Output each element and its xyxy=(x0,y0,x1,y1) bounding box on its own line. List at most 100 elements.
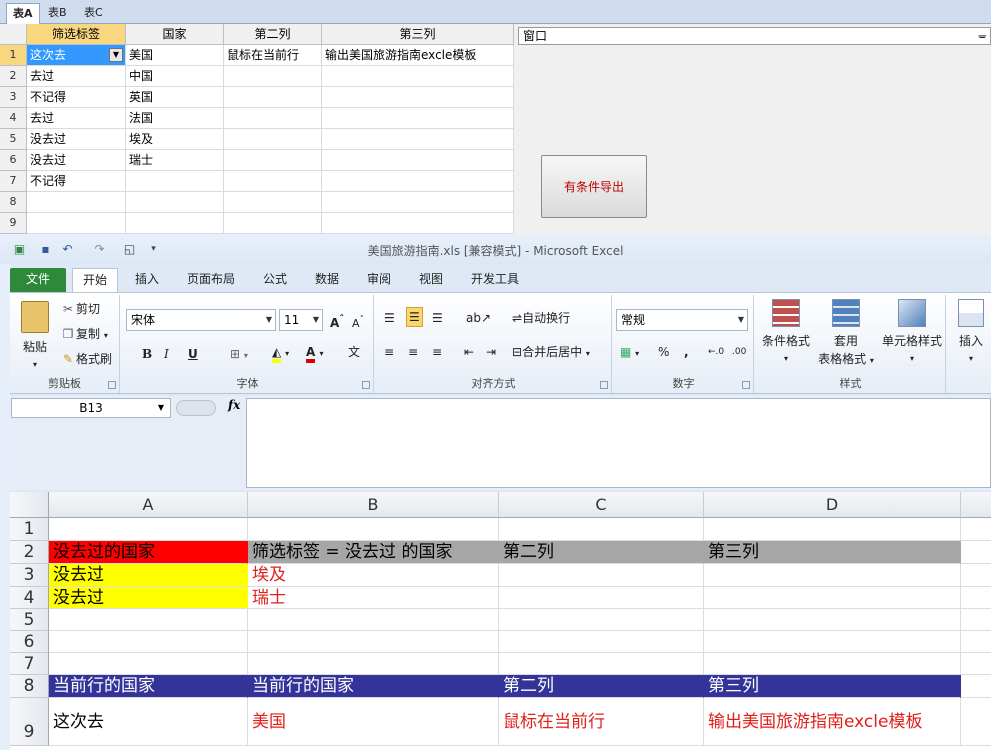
grid-cell[interactable]: 输出美国旅游指南excle模板 xyxy=(322,45,514,66)
sheet-cell[interactable] xyxy=(499,564,704,587)
sheet-cell[interactable]: 没去过 xyxy=(49,587,248,609)
grid-cell[interactable] xyxy=(322,66,514,87)
percent-button[interactable]: % xyxy=(658,343,669,361)
align-top-button[interactable]: ☰ xyxy=(384,309,395,327)
sheet-cell[interactable]: 第二列 xyxy=(499,675,704,698)
decrease-decimal-button[interactable]: .00 xyxy=(732,343,746,361)
grid-cell[interactable]: 英国 xyxy=(126,87,224,108)
row-header[interactable]: 4 xyxy=(10,587,49,609)
sheet-cell[interactable]: 输出美国旅游指南excle模板 xyxy=(704,698,961,746)
sheet-cell[interactable]: 第三列 xyxy=(704,675,961,698)
font-name-dropdown[interactable]: 宋体 ▼ xyxy=(126,309,276,331)
grid-row-number[interactable]: 6 xyxy=(0,150,27,171)
grid-cell[interactable] xyxy=(322,213,514,234)
tab-review[interactable]: 审阅 xyxy=(358,268,400,292)
col-header-b[interactable]: B xyxy=(248,492,499,518)
align-bottom-button[interactable]: ☰ xyxy=(432,309,443,327)
sheet-cell[interactable] xyxy=(49,609,248,631)
sheet-cell[interactable] xyxy=(961,564,991,587)
sheet-cell[interactable]: 当前行的国家 xyxy=(248,675,499,698)
sheet-cell[interactable] xyxy=(961,541,991,564)
sheet-cell[interactable] xyxy=(704,564,961,587)
borders-button[interactable]: ⊞ ▾ xyxy=(230,345,248,365)
grid-cell[interactable] xyxy=(224,171,322,192)
grid-row-number[interactable]: 7 xyxy=(0,171,27,192)
grid-header-country[interactable]: 国家 xyxy=(126,24,224,45)
sheet-cell[interactable] xyxy=(499,609,704,631)
formula-input[interactable] xyxy=(246,398,991,488)
sheet-cell[interactable]: 美国 xyxy=(248,698,499,746)
cut-button[interactable]: ✂ 剪切 xyxy=(60,300,100,318)
sheet-cell[interactable] xyxy=(49,631,248,653)
formula-bar-splitter[interactable] xyxy=(176,400,216,416)
grid-cell[interactable]: 不记得 xyxy=(27,171,126,192)
decrease-indent-button[interactable]: ⇤ xyxy=(464,343,474,361)
tab-developer[interactable]: 开发工具 xyxy=(462,268,528,292)
sheet-cell[interactable] xyxy=(961,518,991,541)
grid-cell[interactable]: 美国 xyxy=(126,45,224,66)
increase-indent-button[interactable]: ⇥ xyxy=(486,343,496,361)
sheet-cell[interactable]: 筛选标签 = 没去过 的国家 xyxy=(248,541,499,564)
sheet-cell[interactable] xyxy=(961,631,991,653)
align-right-button[interactable]: ≡ xyxy=(432,343,442,361)
sheet-cell[interactable] xyxy=(499,653,704,675)
row-header[interactable]: 2 xyxy=(10,541,49,564)
grid-cell[interactable]: 埃及 xyxy=(126,129,224,150)
accounting-format-button[interactable]: ▦ ▾ xyxy=(620,343,639,363)
sheet-tab-a[interactable]: 表A xyxy=(6,3,40,24)
grid-cell[interactable]: 没去过 xyxy=(27,150,126,171)
sheet-cell[interactable] xyxy=(248,631,499,653)
sheet-cell[interactable] xyxy=(499,631,704,653)
sheet-cell[interactable] xyxy=(961,698,991,746)
align-left-button[interactable]: ≡ xyxy=(384,343,394,361)
grid-cell[interactable] xyxy=(322,87,514,108)
grid-cell[interactable] xyxy=(322,129,514,150)
grid-cell[interactable] xyxy=(224,129,322,150)
grid-header-col2[interactable]: 第二列 xyxy=(224,24,322,45)
number-format-dropdown[interactable]: 常规 ▼ xyxy=(616,309,748,331)
sheet-cell[interactable] xyxy=(49,653,248,675)
grid-cell[interactable] xyxy=(322,108,514,129)
sheet-cell[interactable]: 鼠标在当前行 xyxy=(499,698,704,746)
grid-row-number[interactable]: 1 xyxy=(0,45,27,66)
sheet-cell[interactable] xyxy=(961,587,991,609)
sheet-cell[interactable] xyxy=(961,609,991,631)
row-header[interactable]: 7 xyxy=(10,653,49,675)
orientation-button[interactable]: ab↗ xyxy=(466,309,491,327)
pin-icon[interactable]: ᚚ xyxy=(978,28,986,44)
grid-cell[interactable]: 这次去 ▼ xyxy=(27,45,126,66)
align-middle-button[interactable]: ☰ xyxy=(406,307,423,327)
wrap-text-button[interactable]: ⇌自动换行 xyxy=(512,309,570,327)
grid-header-filter-tag[interactable]: 筛选标签 xyxy=(27,24,126,45)
tab-view[interactable]: 视图 xyxy=(410,268,452,292)
grid-cell[interactable] xyxy=(322,192,514,213)
sheet-cell[interactable] xyxy=(499,518,704,541)
select-all-corner[interactable] xyxy=(10,492,49,518)
grid-cell[interactable] xyxy=(126,192,224,213)
grid-row-number[interactable]: 4 xyxy=(0,108,27,129)
grid-cell[interactable] xyxy=(126,213,224,234)
grow-font-button[interactable]: Aˆ xyxy=(330,311,344,332)
sheet-cell[interactable] xyxy=(961,675,991,698)
grid-row-number[interactable]: 3 xyxy=(0,87,27,108)
fill-color-button[interactable]: ◭ ▾ xyxy=(272,343,289,363)
grid-row-number[interactable]: 2 xyxy=(0,66,27,87)
col-header-d[interactable]: D xyxy=(704,492,961,518)
tab-home[interactable]: 开始 xyxy=(72,268,118,292)
sheet-cell[interactable]: 瑞士 xyxy=(248,587,499,609)
grid-cell[interactable] xyxy=(322,150,514,171)
grid-cell[interactable] xyxy=(224,87,322,108)
grid-row-number[interactable]: 5 xyxy=(0,129,27,150)
grid-corner[interactable] xyxy=(0,24,27,45)
grid-cell[interactable]: 法国 xyxy=(126,108,224,129)
grid-row-number[interactable]: 9 xyxy=(0,213,27,234)
grid-cell[interactable]: 鼠标在当前行 xyxy=(224,45,322,66)
comma-button[interactable]: , xyxy=(684,343,689,361)
tab-data[interactable]: 数据 xyxy=(306,268,348,292)
dialog-launcher-icon[interactable] xyxy=(108,381,116,389)
grid-cell[interactable] xyxy=(224,150,322,171)
font-size-dropdown[interactable]: 11 ▼ xyxy=(279,309,323,331)
merge-center-button[interactable]: ⊟合并后居中 ▾ xyxy=(512,343,590,363)
tab-page-layout[interactable]: 页面布局 xyxy=(178,268,244,292)
grid-cell[interactable] xyxy=(27,192,126,213)
